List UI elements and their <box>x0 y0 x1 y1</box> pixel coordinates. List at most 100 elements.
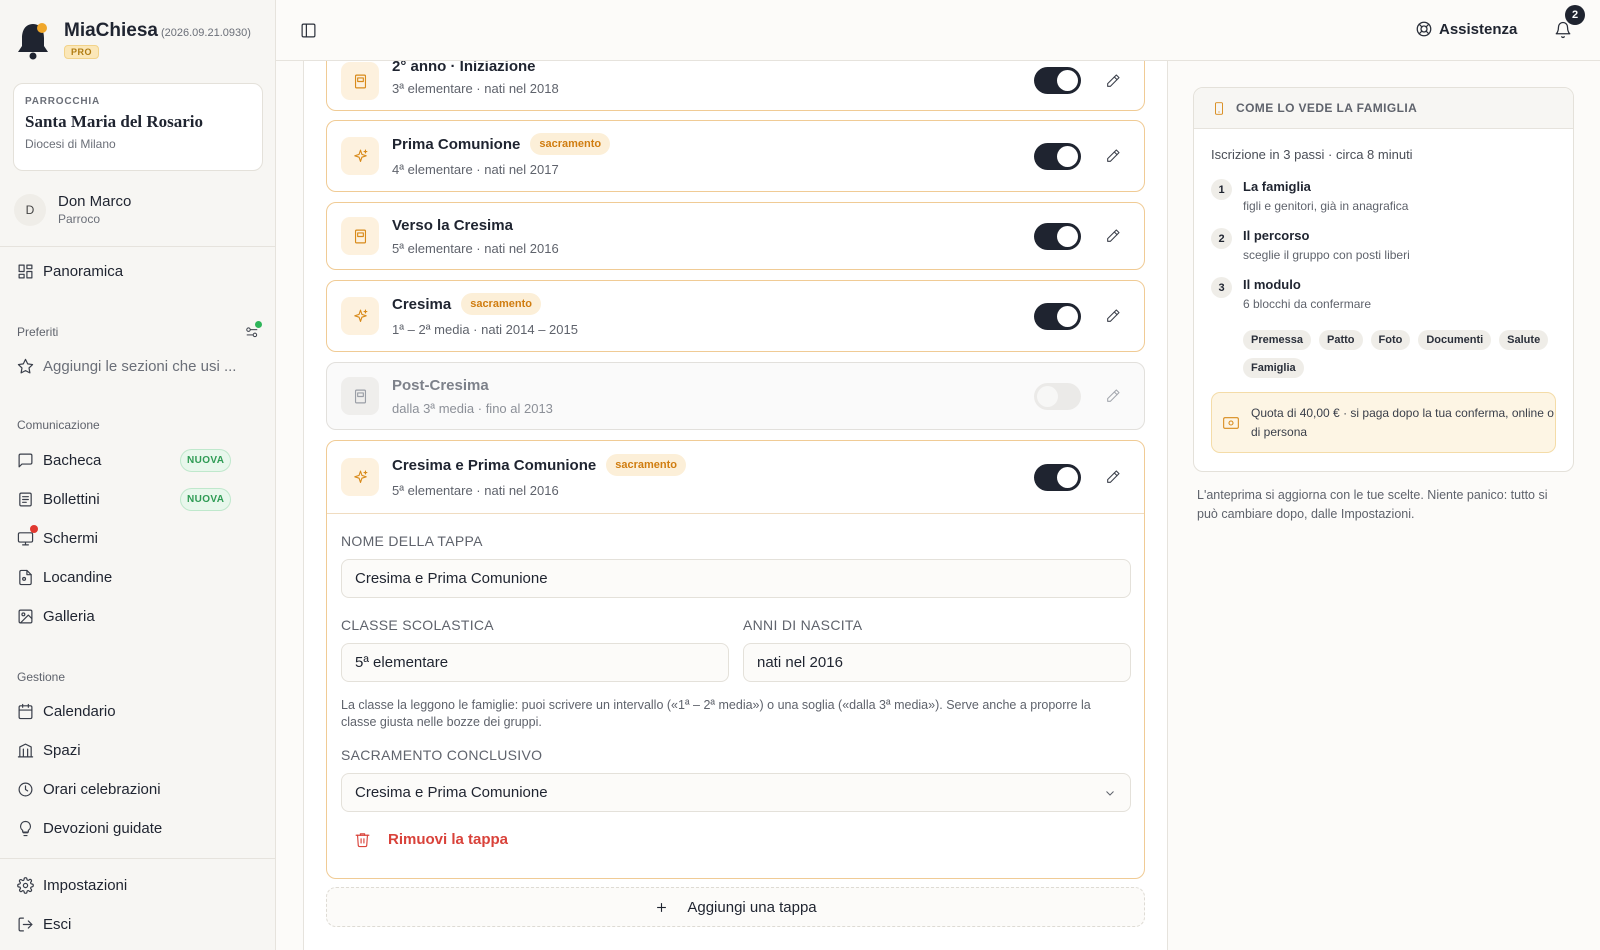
block-chip: Premessa <box>1243 330 1311 350</box>
nav-devozioni[interactable]: Devozioni guidate <box>17 815 162 841</box>
book-icon <box>354 389 366 403</box>
nav-spazi[interactable]: Spazi <box>17 737 81 763</box>
remove-stage-button[interactable]: Rimuovi la tappa <box>354 831 508 848</box>
nav-calendario[interactable]: Calendario <box>17 698 116 724</box>
pencil-icon <box>1107 470 1120 483</box>
pencil-icon <box>1107 309 1120 322</box>
nav-bollettini-label: Bollettini <box>43 490 100 508</box>
nav-spazi-label: Spazi <box>43 741 81 759</box>
step-number: 3 <box>1211 277 1232 298</box>
stage-name-input[interactable]: Cresima e Prima Comunione <box>341 559 1131 598</box>
stage-toggle[interactable] <box>1034 223 1081 250</box>
stage-card-expanded[interactable]: Cresima e Prima Comunione sacramento 5ª … <box>326 440 1145 879</box>
edit-button[interactable] <box>1105 388 1121 404</box>
step-title: La famiglia <box>1243 179 1311 194</box>
stage-title: Verso la Cresima <box>392 217 513 234</box>
sacrament-select-value: Cresima e Prima Comunione <box>355 784 548 801</box>
notification-count: 2 <box>1565 5 1585 25</box>
nav-orari-label: Orari celebrazioni <box>43 780 161 798</box>
stage-toggle[interactable] <box>1034 303 1081 330</box>
lightbulb-icon <box>20 820 31 836</box>
block-chip: Foto <box>1370 330 1411 350</box>
chevron-down-icon <box>1106 791 1114 796</box>
stage-icon <box>341 62 379 100</box>
stage-card[interactable]: 2° anno · Iniziazione 3ª elementare · na… <box>326 61 1145 111</box>
nav-galleria[interactable]: Galleria <box>17 603 95 629</box>
module-blocks: Premessa Patto Foto Documenti Salute Fam… <box>1243 330 1563 378</box>
preview-note: L'anteprima si aggiorna con le tue scelt… <box>1197 488 1548 521</box>
favorites-label: Preferiti <box>17 325 59 339</box>
app-version: (2026.09.21.0930) <box>160 27 251 39</box>
gallery-icon <box>18 609 33 623</box>
sidebar-divider <box>0 858 276 859</box>
add-stage-label: Aggiungi una tappa <box>687 898 817 916</box>
edit-button[interactable] <box>1105 228 1121 244</box>
edit-button[interactable] <box>1105 148 1121 164</box>
logout-icon <box>18 917 33 931</box>
fee-text: Quota di 40,00 € · si paga dopo la tua c… <box>1251 405 1554 439</box>
stage-toggle[interactable] <box>1034 143 1081 170</box>
brand[interactable]: MiaChiesa (2026.09.21.0930) PRO <box>16 20 251 60</box>
sparkle-icon <box>353 470 367 483</box>
block-chip: Documenti <box>1418 330 1492 350</box>
stage-subtitle: 5ª elementare · nati nel 2016 <box>392 483 559 498</box>
user-profile[interactable]: D Don Marco Parroco <box>14 193 131 226</box>
stage-card[interactable]: Cresima sacramento 1ª – 2ª media · nati … <box>326 280 1145 352</box>
parish-diocese: Diocesi di Milano <box>25 137 116 151</box>
edit-button[interactable] <box>1105 469 1121 485</box>
stage-toggle[interactable] <box>1034 67 1081 94</box>
sacrament-badge: sacramento <box>530 133 611 155</box>
stage-title-row: Cresima sacramento <box>392 293 541 315</box>
communication-label: Comunicazione <box>17 418 100 432</box>
stage-card[interactable]: Verso la Cresima 5ª elementare · nati ne… <box>326 202 1145 270</box>
class-input[interactable]: 5ª elementare <box>341 643 729 682</box>
nav-esci[interactable]: Esci <box>17 911 71 937</box>
gear-icon <box>17 876 34 894</box>
nav-bacheca[interactable]: Bacheca <box>17 447 101 473</box>
nav-devozioni-label: Devozioni guidate <box>43 819 163 837</box>
avatar: D <box>14 193 46 226</box>
family-preview-panel: COME LO VEDE LA FAMIGLIA Iscrizione in 3… <box>1193 87 1574 472</box>
parish-card[interactable]: PARROCCHIA Santa Maria del Rosario Dioce… <box>13 83 263 171</box>
stage-toggle[interactable] <box>1034 383 1081 410</box>
sidebar: MiaChiesa (2026.09.21.0930) PRO PARROCCHI… <box>0 0 276 950</box>
sidebar-divider <box>0 246 276 247</box>
nav-add-favorites[interactable]: Aggiungi le sezioni che usi ... <box>17 353 236 379</box>
divider <box>327 513 1144 514</box>
pencil-icon <box>1107 74 1120 87</box>
nav-bollettini[interactable]: Bollettini <box>17 486 100 512</box>
stage-subtitle: dalla 3ª media · fino al 2013 <box>392 401 553 416</box>
sidebar-toggle-icon[interactable] <box>300 22 317 39</box>
nav-locandine[interactable]: Locandine <box>17 564 112 590</box>
book-icon <box>354 229 366 243</box>
nav-overview[interactable]: Panoramica <box>17 258 123 284</box>
edit-button[interactable] <box>1105 73 1121 89</box>
class-help-text: La classe la leggono le famiglie: puoi s… <box>341 698 1091 729</box>
clock-icon <box>18 782 33 796</box>
stage-card[interactable]: Post-Cresima dalla 3ª media · fino al 20… <box>326 362 1145 430</box>
block-chip: Patto <box>1319 330 1363 350</box>
pencil-icon <box>1107 389 1120 402</box>
stage-card[interactable]: Prima Comunione sacramento 4ª elementare… <box>326 120 1145 192</box>
help-label: Assistenza <box>1439 20 1518 38</box>
stages-list: 2° anno · Iniziazione 3ª elementare · na… <box>303 61 1168 950</box>
grid-icon <box>18 264 33 278</box>
sparkle-icon <box>353 309 367 322</box>
stage-icon <box>341 297 379 335</box>
lifebuoy-icon <box>1416 21 1432 37</box>
nav-impostazioni[interactable]: Impostazioni <box>17 872 127 898</box>
stage-title: 2° anno · Iniziazione <box>392 61 536 75</box>
phone-icon <box>1215 101 1223 115</box>
sacrament-select[interactable]: Cresima e Prima Comunione <box>341 773 1131 812</box>
stage-toggle[interactable] <box>1034 464 1081 491</box>
nav-locandine-label: Locandine <box>43 568 113 586</box>
step-subtitle: 6 blocchi da confermare <box>1243 297 1372 311</box>
help-button[interactable]: Assistenza <box>1415 20 1517 38</box>
banknote-icon <box>1223 416 1239 429</box>
nav-esci-label: Esci <box>43 915 72 933</box>
birth-years-input[interactable]: nati nel 2016 <box>743 643 1131 682</box>
nav-orari[interactable]: Orari celebrazioni <box>17 776 161 802</box>
edit-button[interactable] <box>1105 308 1121 324</box>
add-stage-button[interactable]: Aggiungi una tappa <box>326 887 1145 927</box>
block-chip: Salute <box>1499 330 1549 350</box>
